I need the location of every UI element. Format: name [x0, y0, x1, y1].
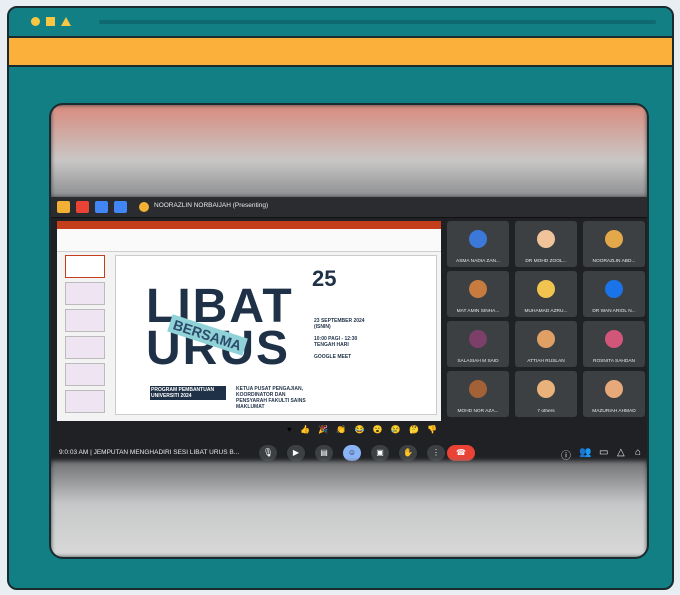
participant-tile[interactable]: MAT AMIN SINHA... — [447, 271, 509, 317]
meeting-screenshot: NOORAZLIN NORBAIJAH (Presenting) LIBAT U… — [49, 103, 649, 559]
blurred-top — [51, 105, 647, 197]
slide-thumb[interactable] — [65, 363, 105, 386]
anniversary-number: 25 — [312, 266, 337, 291]
avatar — [469, 380, 487, 398]
record-icon[interactable] — [76, 201, 89, 213]
avatar — [537, 230, 555, 248]
participant-tile[interactable]: MOHD NOR AZA... — [447, 371, 509, 417]
participant-tile[interactable]: MUHAMAD AZRU... — [515, 271, 577, 317]
lock-icon[interactable]: ⌂ — [635, 447, 641, 458]
participant-name: MOHD NOR AZA... — [457, 409, 499, 414]
avatar — [469, 230, 487, 248]
presenter-avatar — [139, 202, 149, 212]
avatar — [605, 330, 623, 348]
participant-tile[interactable]: SALASIAH M SAID — [447, 321, 509, 367]
avatar — [537, 380, 555, 398]
captions-icon[interactable]: ▤ — [315, 445, 333, 461]
circle-icon — [31, 17, 40, 26]
activities-icon[interactable]: △ — [617, 447, 625, 458]
participant-name: NOORAZLIN ABD... — [592, 259, 636, 264]
participant-name: SALASIAH M SAID — [457, 359, 499, 364]
end-call-button[interactable]: ☎ — [447, 445, 475, 461]
meeting-time-title: 9:0:03 AM | JEMPUTAN MENGHADIRI SESI LIB… — [59, 449, 240, 456]
slide-thumb[interactable] — [65, 309, 105, 332]
date-label: 23 SEPTEMBER 2024 (ISNIN) — [314, 318, 365, 330]
ribbon-title — [57, 221, 441, 229]
participant-tile[interactable]: MAZURIAH AHMAD — [583, 371, 645, 417]
participant-tile[interactable]: NOORAZLIN ABD... — [583, 221, 645, 267]
google-meet-window: NOORAZLIN NORBAIJAH (Presenting) LIBAT U… — [51, 197, 647, 467]
slide-canvas: LIBAT URUS BERSAMA 25 PROGRAM PEMBANTUAN… — [115, 255, 437, 415]
slide-thumbnails — [59, 255, 105, 417]
share-icon[interactable] — [114, 201, 127, 213]
avatar — [605, 280, 623, 298]
program-label: PROGRAM PEMBANTUAN UNIVERSITI 2024 — [150, 386, 226, 400]
time-label: 10:00 PAGI - 12:30 TENGAH HARI — [314, 336, 358, 348]
avatar — [537, 280, 555, 298]
participant-name: MUHAMAD AZRU... — [524, 309, 568, 314]
info-icon[interactable]: ⓘ — [561, 447, 571, 462]
participant-tile[interactable]: ASMA NADIA ZAN... — [447, 221, 509, 267]
participant-name: ATTIAH RUSLAN — [527, 359, 565, 364]
emoji-icon[interactable]: ☺ — [343, 445, 361, 461]
participant-name: MAT AMIN SINHA... — [456, 309, 500, 314]
address-bar — [99, 20, 656, 24]
mic-icon[interactable]: 🎙 — [259, 445, 277, 461]
participant-tile[interactable]: DR WAN ARIOL N... — [583, 271, 645, 317]
participant-name: ASMA NADIA ZAN... — [456, 259, 500, 264]
avatar — [469, 280, 487, 298]
slide-thumb[interactable] — [65, 336, 105, 359]
present-icon[interactable]: ▣ — [371, 445, 389, 461]
powerpoint-window: LIBAT URUS BERSAMA 25 PROGRAM PEMBANTUAN… — [57, 221, 441, 421]
slide-thumb[interactable] — [65, 255, 105, 278]
participant-tile[interactable]: ROSNITA SAHDAN — [583, 321, 645, 367]
title-bar — [9, 8, 672, 38]
presenting-label: NOORAZLIN NORBAIJAH (Presenting) — [154, 202, 269, 209]
square-icon — [46, 17, 55, 26]
participant-tile[interactable]: DR MOHD ZOOL... — [515, 221, 577, 267]
reaction-bar[interactable]: ♥ 👍 🎉 👏 😂 😮 😢 🤔 👎 — [287, 425, 440, 434]
app-icon[interactable] — [57, 201, 70, 213]
avatar — [469, 330, 487, 348]
participant-name: 7 others — [537, 409, 555, 414]
more-options-icon[interactable]: ⋮ — [427, 445, 445, 461]
avatar — [537, 330, 555, 348]
avatar — [605, 230, 623, 248]
avatar — [605, 380, 623, 398]
camera-icon[interactable]: ▶ — [287, 445, 305, 461]
participant-grid: ASMA NADIA ZAN... DR MOHD ZOOL... NOORAZLI… — [447, 221, 647, 417]
participant-name: DR WAN ARIOL N... — [592, 309, 636, 314]
participant-name: MAZURIAH AHMAD — [592, 409, 636, 414]
blurred-bottom — [51, 461, 647, 557]
docs-icon[interactable] — [95, 201, 108, 213]
presentation-bar: NOORAZLIN NORBAIJAH (Presenting) — [51, 197, 647, 218]
venue-label: GOOGLE MEET — [314, 354, 352, 360]
participant-tile[interactable]: 7 others — [515, 371, 577, 417]
participant-name: ROSNITA SAHDAN — [592, 359, 636, 364]
ribbon — [57, 221, 441, 252]
browser-frame: NOORAZLIN NORBAIJAH (Presenting) LIBAT U… — [7, 6, 674, 590]
ketua-label: KETUA PUSAT PENGAJIAN, KOORDINATOR DAN P… — [236, 386, 306, 410]
participant-tile[interactable]: ATTIAH RUSLAN — [515, 321, 577, 367]
participant-name: DR MOHD ZOOL... — [525, 259, 567, 264]
slide-thumb[interactable] — [65, 282, 105, 305]
triangle-icon — [61, 17, 71, 26]
slide-thumb[interactable] — [65, 390, 105, 413]
raise-hand-icon[interactable]: ✋ — [399, 445, 417, 461]
orange-band — [9, 38, 672, 67]
chat-icon[interactable]: ▭ — [599, 447, 608, 458]
people-icon[interactable]: 👥 — [579, 447, 591, 458]
